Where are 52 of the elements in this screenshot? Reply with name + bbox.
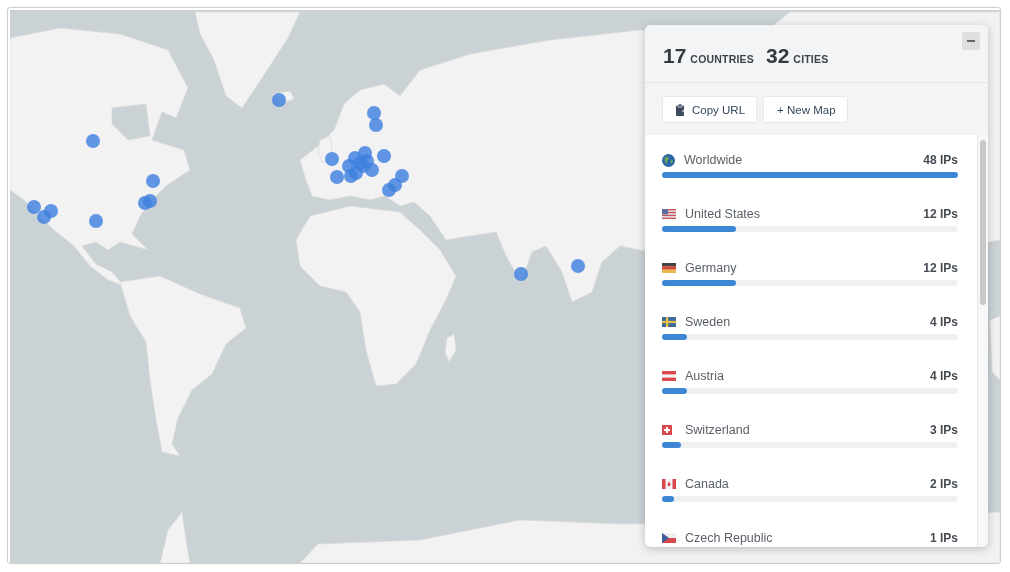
- cities-label: CITIES: [793, 53, 829, 65]
- countries-label: COUNTRIES: [690, 53, 754, 65]
- flag-icon: [662, 209, 676, 219]
- map-marker: [86, 134, 100, 148]
- map-marker: [27, 200, 41, 214]
- map-marker: [369, 118, 383, 132]
- ip-count: 4 IPs: [929, 369, 958, 383]
- ip-count: 3 IPs: [929, 423, 958, 437]
- location-name: United States: [685, 207, 762, 221]
- cities-count: 32: [766, 44, 790, 68]
- flag-icon: [662, 533, 676, 543]
- map-marker: [89, 214, 103, 228]
- map-marker: [146, 174, 160, 188]
- location-name: Sweden: [685, 315, 732, 329]
- location-name: Germany: [685, 261, 738, 275]
- ip-count: 1 IPs: [929, 531, 958, 545]
- flag-icon: [662, 425, 672, 435]
- ip-count: 12 IPs: [923, 207, 958, 221]
- map-marker: [382, 183, 396, 197]
- minimize-icon: [967, 40, 975, 42]
- ip-count: 48 IPs: [923, 153, 958, 167]
- copy-url-button[interactable]: Copy URL: [662, 96, 758, 123]
- map-marker: [377, 149, 391, 163]
- map-marker: [395, 169, 409, 183]
- ip-count: 2 IPs: [929, 477, 958, 491]
- map-marker: [272, 93, 286, 107]
- map-marker: [344, 169, 358, 183]
- map-marker: [44, 204, 58, 218]
- minimize-button[interactable]: [962, 32, 980, 50]
- location-name: Czech Republic: [685, 531, 774, 545]
- ip-count: 12 IPs: [923, 261, 958, 275]
- map-marker: [143, 194, 157, 208]
- globe-icon: [662, 153, 675, 167]
- clipboard-icon: [676, 103, 686, 116]
- new-map-button[interactable]: + New Map: [763, 96, 848, 123]
- map-marker: [367, 106, 381, 120]
- flag-icon: [662, 479, 676, 489]
- map-marker: [571, 259, 585, 273]
- location-name: Canada: [685, 477, 730, 491]
- flag-icon: [662, 263, 676, 273]
- map-marker: [330, 170, 344, 184]
- location-name: Switzerland: [685, 423, 751, 437]
- island: [444, 333, 457, 363]
- location-name: Worldwide: [684, 153, 744, 167]
- flag-icon: [662, 371, 676, 381]
- map-marker: [325, 152, 339, 166]
- map-marker: [514, 267, 528, 281]
- ip-count: 4 IPs: [929, 315, 958, 329]
- flag-icon: [662, 317, 676, 327]
- scrollbar-thumb[interactable]: [980, 140, 986, 305]
- countries-count: 17: [663, 44, 687, 68]
- location-name: Austria: [685, 369, 725, 383]
